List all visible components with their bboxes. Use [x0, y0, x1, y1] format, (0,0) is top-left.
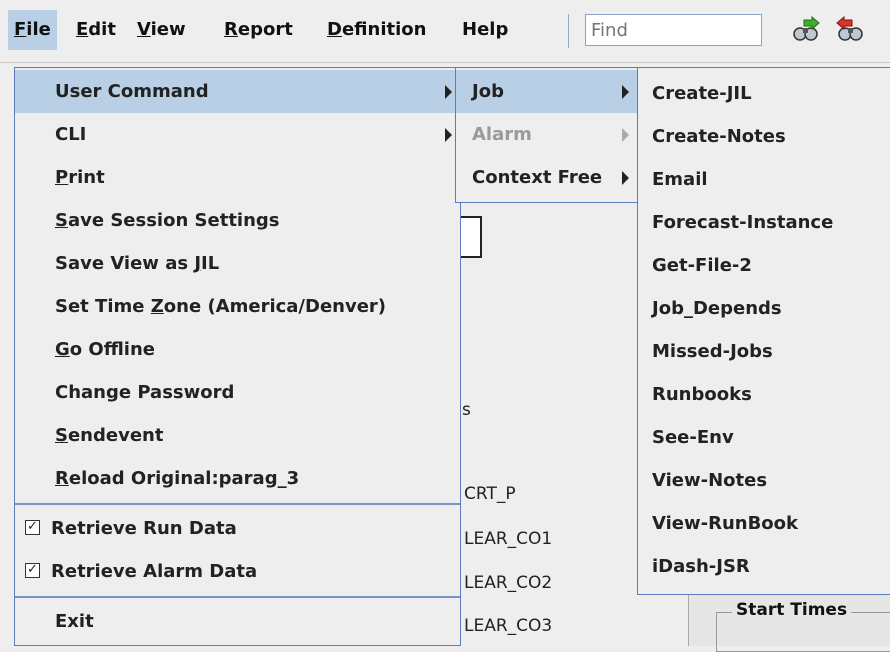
file-menu: User Command CLI Print Save Session Sett…	[14, 67, 461, 646]
menu-item-label: Email	[652, 169, 708, 190]
menu-item-job-command[interactable]: Job_Depends	[638, 287, 890, 330]
submenu-arrow-icon	[445, 85, 452, 99]
menu-item-go-offline[interactable]: Go Offline	[15, 328, 460, 371]
menu-separator	[15, 596, 460, 598]
user-command-submenu: Job Alarm Context Free	[455, 67, 638, 203]
menu-item-save-view-as-jil[interactable]: Save View as JIL	[15, 242, 460, 285]
start-times-label: Start Times	[732, 600, 852, 620]
menu-item-label: Exit	[55, 611, 94, 632]
menu-item-label: Reload Original:parag_3	[55, 468, 300, 489]
menu-item-job-command[interactable]: View-RunBook	[638, 502, 890, 545]
background-row[interactable]: LEAR_CO2	[464, 573, 552, 593]
menu-item-label: Context Free	[472, 167, 603, 188]
menu-report[interactable]: Report	[218, 10, 299, 50]
menu-item-set-time-zone[interactable]: Set Time Zone (America/Denver)	[15, 285, 460, 328]
menu-view[interactable]: View	[131, 10, 192, 50]
menu-item-label: Job	[472, 81, 504, 102]
menu-item-label: Go Offline	[55, 339, 155, 360]
background-row[interactable]: CRT_P	[464, 484, 516, 504]
menu-item-label: Get-File-2	[652, 255, 752, 276]
menu-item-label: Alarm	[472, 124, 532, 145]
menu-item-context-free[interactable]: Context Free	[456, 156, 637, 199]
menu-item-label: Change Password	[55, 382, 235, 403]
menu-item-label: View-RunBook	[652, 513, 799, 534]
menu-item-job-command[interactable]: View-Notes	[638, 459, 890, 502]
background-partial-text: s	[462, 400, 471, 420]
menu-help[interactable]: Help	[456, 10, 514, 50]
menu-item-job[interactable]: Job	[456, 70, 637, 113]
menu-item-label: iDash-JSR	[652, 556, 750, 577]
menu-item-label: Retrieve Run Data	[51, 518, 237, 539]
menu-edit[interactable]: Edit	[70, 10, 122, 50]
find-next-icon[interactable]	[790, 16, 822, 44]
menu-item-exit[interactable]: Exit	[15, 600, 460, 643]
menu-item-retrieve-alarm-data[interactable]: ✓ Retrieve Alarm Data	[15, 550, 460, 593]
menu-item-label: Runbooks	[652, 384, 752, 405]
menu-item-cli[interactable]: CLI	[15, 113, 460, 156]
menu-file[interactable]: File	[8, 10, 57, 50]
menu-item-retrieve-run-data[interactable]: ✓ Retrieve Run Data	[15, 507, 460, 550]
menu-item-user-command[interactable]: User Command	[15, 70, 460, 113]
menu-item-alarm: Alarm	[456, 113, 637, 156]
find-input[interactable]	[585, 14, 762, 46]
menu-item-print[interactable]: Print	[15, 156, 460, 199]
job-submenu: Create-JIL Create-Notes Email Forecast-I…	[637, 67, 890, 595]
checkbox-checked-icon[interactable]: ✓	[25, 563, 40, 578]
menu-item-job-command[interactable]: Runbooks	[638, 373, 890, 416]
menu-item-label: Save View as JIL	[55, 253, 220, 274]
menu-item-label: See-Env	[652, 427, 734, 448]
menu-item-job-command[interactable]: Create-JIL	[638, 72, 890, 115]
menu-item-label: CLI	[55, 124, 87, 145]
menu-item-label: Create-JIL	[652, 83, 752, 104]
toolbar-separator	[568, 14, 569, 48]
menu-item-job-command[interactable]: Create-Notes	[638, 115, 890, 158]
menu-item-job-command[interactable]: See-Env	[638, 416, 890, 459]
find-previous-icon[interactable]	[834, 16, 866, 44]
background-row[interactable]: LEAR_CO3	[464, 616, 552, 636]
menu-bar: File Edit View Report Definition Help	[0, 0, 890, 63]
menu-item-label: Forecast-Instance	[652, 212, 834, 233]
menu-item-label: Missed-Jobs	[652, 341, 773, 362]
menu-item-job-command[interactable]: Email	[638, 158, 890, 201]
menu-item-job-command[interactable]: Get-File-2	[638, 244, 890, 287]
submenu-arrow-icon	[622, 128, 629, 142]
menu-item-change-password[interactable]: Change Password	[15, 371, 460, 414]
menu-item-reload-original[interactable]: Reload Original:parag_3	[15, 457, 460, 500]
submenu-arrow-icon	[445, 128, 452, 142]
menu-item-label: Create-Notes	[652, 126, 786, 147]
menu-item-label: Retrieve Alarm Data	[51, 561, 258, 582]
menu-definition[interactable]: Definition	[321, 10, 432, 50]
menu-separator	[15, 503, 460, 505]
submenu-arrow-icon	[622, 85, 629, 99]
menu-item-label: Print	[55, 167, 105, 188]
menu-item-label: Sendevent	[55, 425, 164, 446]
background-row[interactable]: LEAR_CO1	[464, 529, 552, 549]
menu-item-label: User Command	[55, 81, 209, 102]
checkbox-checked-icon[interactable]: ✓	[25, 520, 40, 535]
menu-item-sendevent[interactable]: Sendevent	[15, 414, 460, 457]
background-field	[460, 216, 482, 258]
menu-item-label: Save Session Settings	[55, 210, 280, 231]
menu-item-label: Set Time Zone (America/Denver)	[55, 296, 387, 317]
menu-item-save-session-settings[interactable]: Save Session Settings	[15, 199, 460, 242]
menu-item-job-command[interactable]: Missed-Jobs	[638, 330, 890, 373]
menu-item-job-command[interactable]: Forecast-Instance	[638, 201, 890, 244]
menu-item-job-command[interactable]: iDash-JSR	[638, 545, 890, 588]
menu-item-label: View-Notes	[652, 470, 768, 491]
menu-item-label: Job_Depends	[652, 298, 782, 319]
submenu-arrow-icon	[622, 171, 629, 185]
